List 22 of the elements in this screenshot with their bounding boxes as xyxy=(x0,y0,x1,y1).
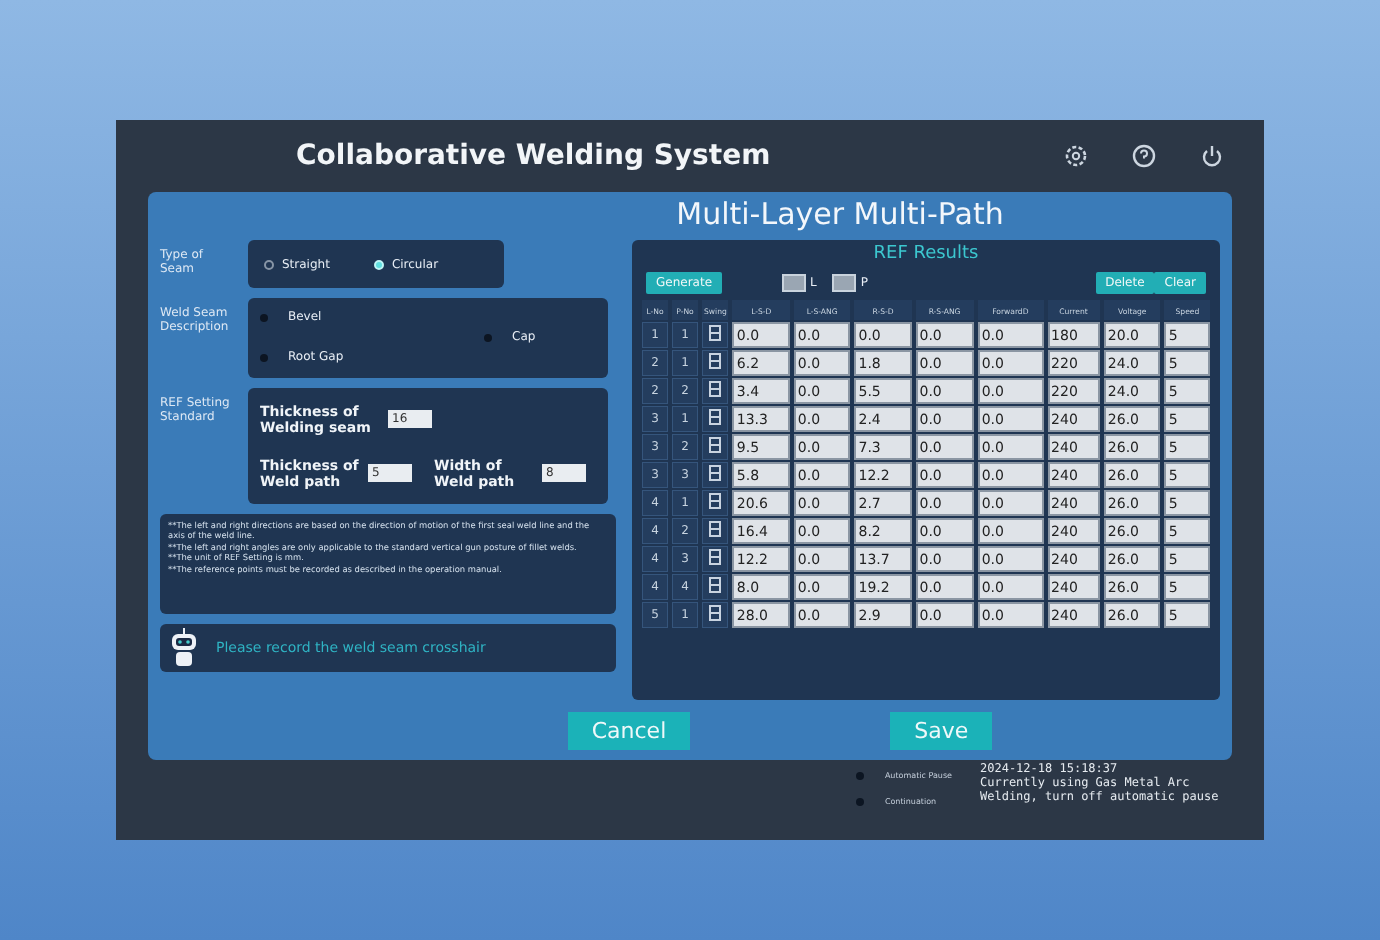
swing-icon xyxy=(708,576,723,594)
robot-icon xyxy=(168,628,200,668)
swing-icon xyxy=(708,464,723,482)
app-title: Collaborative Welding System xyxy=(296,140,771,172)
toggle-switch[interactable] xyxy=(832,273,857,291)
swing-icon xyxy=(708,548,723,566)
dialog-title: Multi-Layer Multi-Path xyxy=(674,196,1006,236)
bullet-icon xyxy=(856,771,865,779)
swing-icon xyxy=(708,520,723,538)
swing-icon xyxy=(708,352,723,370)
swing-icon xyxy=(708,408,723,426)
swing-icon xyxy=(708,380,723,398)
bullet-icon xyxy=(856,797,865,805)
swing-icon xyxy=(708,604,723,622)
power-icon[interactable] xyxy=(1200,144,1224,168)
settings-icon[interactable] xyxy=(1064,144,1088,168)
toggle-switch[interactable] xyxy=(782,273,807,291)
results-title: REF Results xyxy=(871,244,981,268)
help-icon[interactable] xyxy=(1132,144,1156,168)
swing-icon xyxy=(708,492,723,510)
swing-icon xyxy=(708,324,723,342)
swing-icon xyxy=(708,436,723,454)
